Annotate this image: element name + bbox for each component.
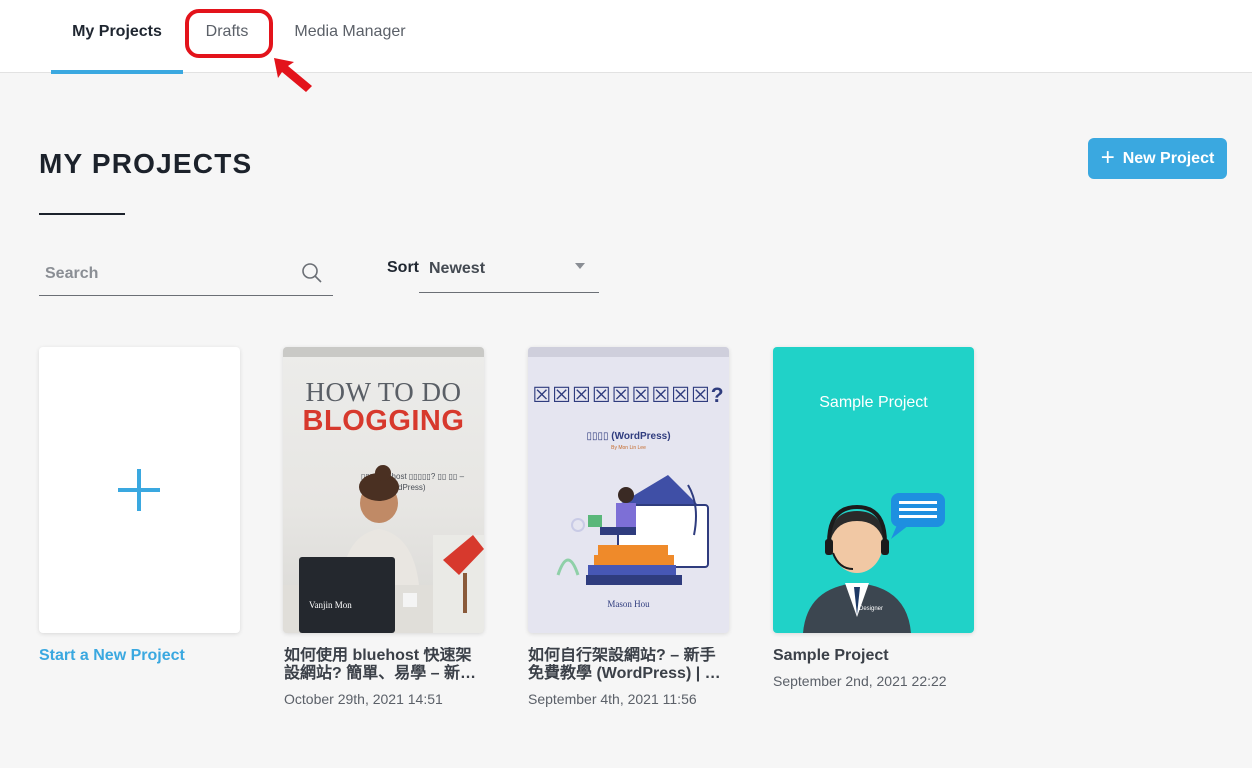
- caret-down-icon: [575, 263, 585, 269]
- annotation-arrow-icon: [274, 58, 312, 92]
- new-project-card[interactable]: [39, 347, 240, 633]
- thumbnail-heading: ☒☒☒☒☒☒☒☒☒?: [532, 384, 725, 407]
- project-title[interactable]: Sample Project: [773, 647, 889, 665]
- new-project-card-label[interactable]: Start a New Project: [39, 647, 185, 665]
- project-date: October 29th, 2021 14:51: [284, 691, 443, 707]
- page-title: MY PROJECTS: [39, 148, 253, 179]
- search-box: [39, 256, 333, 296]
- plus-icon: +: [1100, 143, 1115, 171]
- project-title[interactable]: 如何自行架設網站? – 新手免費教學 (WordPress) | …: [528, 647, 728, 685]
- thumbnail-author: Mason Hou: [607, 599, 650, 609]
- new-project-label: New Project: [1122, 149, 1215, 167]
- project-card-thumbnail[interactable]: HOW TO DO BLOGGING ▯▯▯ bluehost ▯▯▯▯▯? ▯…: [283, 347, 484, 633]
- project-card-thumbnail[interactable]: Sample Project Designer: [773, 347, 974, 633]
- thumbnail-byline: By Mon Lin Lee: [611, 445, 646, 451]
- search-input[interactable]: [45, 262, 285, 286]
- sort-label: Sort: [387, 259, 419, 276]
- thumbnail-top-band: [528, 347, 729, 357]
- project-date: September 2nd, 2021 22:22: [773, 673, 947, 689]
- thumbnail-role: Designer: [859, 606, 884, 612]
- project-title[interactable]: 如何使用 bluehost 快速架設網站? 簡單、易學 – 新…: [284, 647, 484, 685]
- thumbnail-heading: Sample Project: [819, 394, 928, 411]
- thumbnail-top-band: [283, 347, 484, 357]
- books-reader-illustration: [556, 475, 709, 585]
- thumbnail-subtitle: ▯▯▯▯ (WordPress): [586, 431, 671, 442]
- project-card-thumbnail[interactable]: ☒☒☒☒☒☒☒☒☒? ▯▯▯▯ (WordPress) By Mon Lin L…: [528, 347, 729, 633]
- thumbnail-heading: HOW TO DO: [305, 377, 462, 407]
- new-project-button[interactable]: + New Project: [1088, 138, 1227, 179]
- sort-select[interactable]: Newest: [419, 250, 599, 293]
- thumbnail-heading-accent: BLOGGING: [302, 405, 465, 437]
- search-icon[interactable]: [301, 262, 323, 284]
- project-date: September 4th, 2021 11:56: [528, 691, 697, 707]
- drafts-highlight-ring: [185, 9, 273, 58]
- plus-icon: [118, 469, 160, 511]
- tab-my-projects[interactable]: My Projects: [51, 0, 183, 74]
- title-underline: [39, 213, 125, 215]
- sort-value: Newest: [429, 260, 486, 277]
- thumbnail-author: Vanjin Mon: [309, 600, 352, 610]
